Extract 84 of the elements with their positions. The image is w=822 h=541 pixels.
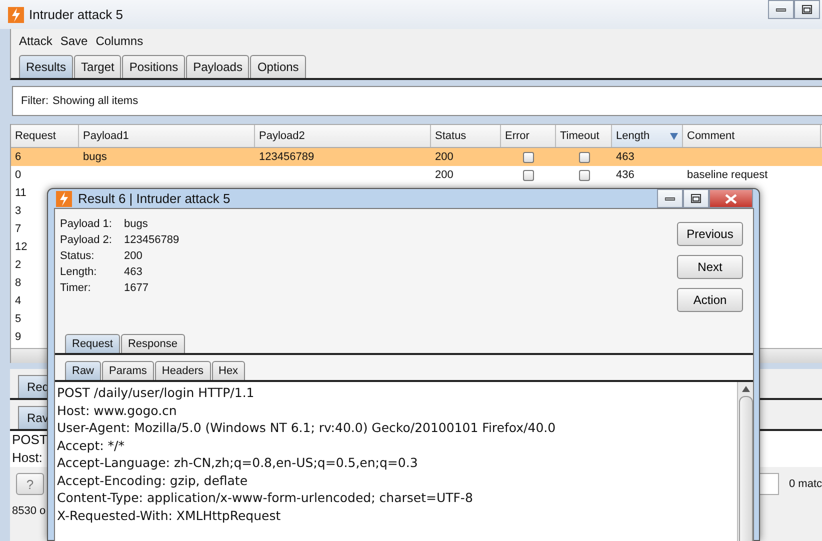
column-header[interactable]: Payload2 (255, 125, 431, 147)
tab[interactable]: Payloads (186, 55, 250, 78)
up-arrow-icon (742, 386, 750, 392)
table-row[interactable]: 6 bugs 123456789 200 463 (11, 148, 822, 166)
table-cell: 5 (15, 313, 22, 325)
maximize-icon (691, 194, 701, 203)
tab[interactable]: Positions (122, 55, 186, 78)
table-cell: 6 (15, 151, 22, 163)
tab[interactable]: Response (120, 334, 185, 353)
column-header[interactable]: Comment (683, 125, 821, 147)
request-line: POST /daily/user/login HTTP/1.1 (57, 384, 256, 402)
request-line: Accept-Encoding: gzip, deflate (57, 472, 249, 489)
table-cell: 123456789 (259, 151, 314, 163)
filter-bar[interactable]: Filter: Showing all items (12, 86, 822, 116)
minimize-icon (776, 8, 786, 12)
tab[interactable]: Headers (154, 361, 210, 380)
field-label: Length: (60, 266, 98, 280)
status-text: 8530 o (11, 504, 46, 517)
table-cell: 436 (616, 169, 634, 181)
menu-item[interactable]: Columns (96, 34, 144, 48)
column-header[interactable]: Payload1 (79, 125, 255, 147)
table-cell: 11 (15, 187, 26, 199)
table-cell: 8 (15, 277, 22, 289)
close-icon (725, 194, 737, 204)
checkbox[interactable] (523, 170, 534, 180)
dialog-button[interactable]: Previous (677, 222, 743, 246)
help-button[interactable]: ? (16, 473, 44, 495)
maximize-button[interactable] (683, 189, 709, 208)
table-cell: 3 (15, 205, 22, 217)
column-header[interactable]: Status (431, 125, 501, 147)
table-cell: 12 (15, 241, 28, 253)
table-cell: 4 (15, 295, 22, 307)
window-title: Result 6 | Intruder attack 5 (78, 191, 230, 206)
minimize-icon (665, 196, 675, 200)
field-value: 200 (124, 250, 144, 264)
tab[interactable]: Target (74, 55, 122, 78)
request-line: Host: www.gogo.cn (57, 402, 178, 419)
table-cell: 200 (435, 169, 454, 181)
table-cell: bugs (83, 151, 107, 163)
tab[interactable]: Request (65, 334, 120, 353)
checkbox[interactable] (578, 170, 590, 180)
dialog-button[interactable]: Next (677, 255, 743, 279)
request-line: Content-Type: application/x-www-form-urlencoded; charset=UTF-8 (57, 489, 474, 506)
vertical-scrollbar[interactable] (737, 382, 753, 541)
checkbox[interactable] (523, 152, 534, 162)
table-cell: 2 (15, 259, 22, 271)
table-cell: 200 (435, 151, 454, 163)
maximize-button[interactable] (794, 0, 820, 19)
tab[interactable]: Params (102, 361, 154, 380)
menu-item[interactable]: Save (60, 34, 88, 48)
field-label: Payload 1: (60, 218, 113, 232)
column-header[interactable]: Error (501, 125, 556, 147)
table-cell: 0 (15, 169, 22, 181)
minimize-button[interactable] (768, 0, 794, 19)
tab[interactable]: Raw (65, 361, 102, 380)
match-count: 0 matc (788, 478, 822, 490)
menu-item[interactable]: Attack (19, 34, 52, 48)
tab[interactable]: Options (250, 55, 306, 78)
column-header[interactable]: Length (612, 125, 683, 147)
sort-arrow-icon (670, 132, 678, 140)
dialog-button[interactable]: Action (677, 288, 743, 312)
window-title: Intruder attack 5 (29, 7, 123, 22)
field-label: Payload 2: (60, 234, 113, 248)
tab[interactable]: Hex (212, 361, 246, 380)
field-value: 463 (124, 266, 144, 280)
field-label: Timer: (60, 282, 92, 296)
table-cell: baseline request (687, 169, 768, 181)
minimize-button[interactable] (657, 189, 683, 208)
filter-value: Showing all items (52, 95, 138, 107)
field-value: 1677 (124, 282, 150, 296)
checkbox[interactable] (578, 152, 590, 162)
field-label: Status: (60, 250, 96, 264)
table-cell: 7 (15, 223, 22, 235)
table-cell: 463 (616, 151, 634, 163)
field-value: bugs (124, 218, 149, 232)
field-value: 123456789 (124, 234, 180, 248)
tab[interactable]: Results (19, 55, 74, 78)
maximize-icon (802, 5, 812, 14)
filter-label: Filter: (20, 95, 48, 107)
request-line: X-Requested-With: XMLHttpRequest (57, 506, 282, 524)
column-header[interactable]: Request (11, 125, 79, 147)
lightning-icon (8, 6, 24, 22)
close-button[interactable] (709, 189, 753, 208)
table-cell: 9 (15, 331, 22, 343)
